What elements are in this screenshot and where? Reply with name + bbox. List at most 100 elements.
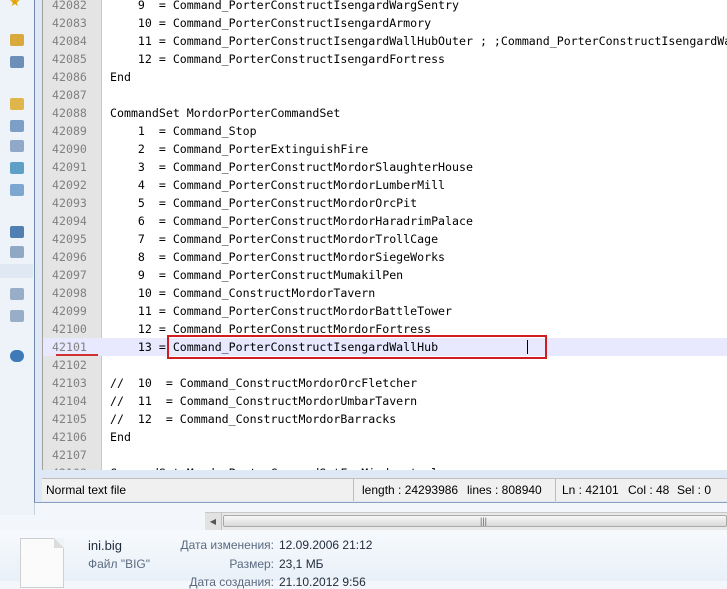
code-line[interactable]: 42082 9 = Command_PorterConstructIsengar… [43, 0, 727, 14]
explorer-details-pane: ini.big Файл "BIG" Дата изменения: 12.09… [0, 530, 727, 589]
line-number: 42084 [52, 34, 87, 48]
line-number: 42102 [52, 358, 87, 372]
code-text: 6 = Command_PorterConstructMordorHaradri… [110, 214, 473, 228]
line-number: 42089 [52, 124, 87, 138]
code-text: 12 = Command_PorterConstructIsengardFort… [110, 52, 446, 66]
length-status: length : 24293986 [362, 483, 459, 497]
grip-icon: ||| [480, 516, 488, 526]
scroll-left-arrow-icon[interactable]: ◀ [205, 513, 222, 530]
code-line[interactable]: 42087 [43, 86, 727, 104]
computer-icon[interactable] [10, 226, 24, 238]
line-number: 42094 [52, 214, 87, 228]
code-line[interactable]: 42090 2 = Command_PorterExtinguishFire [43, 140, 727, 158]
line-number: 42092 [52, 178, 87, 192]
line-number: 42091 [52, 160, 87, 174]
line-number: 42104 [52, 394, 87, 408]
code-line[interactable]: 42107 [43, 446, 727, 464]
code-text: 7 = Command_PorterConstructMordorTrollCa… [110, 232, 439, 246]
line-number: 42085 [52, 52, 87, 66]
selection-status: Sel : 0 [677, 483, 712, 497]
drive-icon[interactable] [10, 56, 24, 68]
code-line[interactable]: 42091 3 = Command_PorterConstructMordorS… [43, 158, 727, 176]
file-type-status: Normal text file [46, 483, 127, 497]
line-number: 42090 [52, 142, 87, 156]
text-cursor [527, 340, 528, 354]
scrollbar-thumb[interactable]: ||| [223, 515, 727, 527]
line-number: 42083 [52, 16, 87, 30]
code-line[interactable]: 42085 12 = Command_PorterConstructIsenga… [43, 50, 727, 68]
code-line[interactable]: 42086 End [43, 68, 727, 86]
document-icon[interactable] [10, 140, 24, 152]
horizontal-scrollbar[interactable]: ◀ ||| [205, 512, 727, 530]
line-number: 42103 [52, 376, 87, 390]
code-line[interactable]: 42088 CommandSet MordorPorterCommandSet [43, 104, 727, 122]
line-number: 42108 [52, 464, 96, 470]
editor-text-area[interactable]: 42082 9 = Command_PorterConstructIsengar… [42, 0, 727, 470]
code-text: 4 = Command_PorterConstructMordorLumberM… [110, 178, 446, 192]
code-line[interactable]: 42105 // 12 = Command_ConstructMordorBarr… [43, 410, 727, 428]
code-line[interactable]: 42106 End [43, 428, 727, 446]
line-number: 42098 [52, 286, 87, 300]
modified-label: Дата изменения: [180, 538, 275, 552]
code-text: 11 = Command_PorterConstructIsengardWall… [110, 34, 727, 48]
code-text: CommandSet MordorPorterCommandSetForMind… [110, 464, 438, 470]
code-line[interactable]: 42108 CommandSet MordorPorterCommandSetFo… [43, 464, 727, 470]
selected-nav-row[interactable] [0, 264, 33, 278]
code-line[interactable]: 42089 1 = Command_Stop [43, 122, 727, 140]
drive-icon[interactable] [10, 288, 24, 300]
folder-icon[interactable] [10, 98, 24, 110]
image-icon[interactable] [10, 162, 24, 174]
folder-icon[interactable] [10, 34, 24, 46]
code-line[interactable]: 42083 10 = Command_PorterConstructIsenga… [43, 14, 727, 32]
document-icon[interactable] [10, 120, 24, 132]
code-text: 9 = Command_PorterConstructMumakilPen [110, 268, 404, 282]
drive-icon[interactable] [10, 310, 24, 322]
file-name: ini.big [88, 538, 122, 553]
line-number-status: Ln : 42101 [562, 483, 619, 497]
code-line[interactable]: 42099 11 = Command_PorterConstructMordor… [43, 302, 727, 320]
line-number: 42093 [52, 196, 87, 210]
code-line[interactable]: 42095 7 = Command_PorterConstructMordorT… [43, 230, 727, 248]
created-value: 21.10.2012 9:56 [279, 575, 366, 589]
editor-lines: 42082 9 = Command_PorterConstructIsengar… [43, 0, 727, 470]
line-number: 42082 [52, 0, 87, 12]
drive-icon[interactable] [10, 246, 24, 258]
code-line[interactable]: 42098 10 = Command_ConstructMordorTavern [43, 284, 727, 302]
code-text: 3 = Command_PorterConstructMordorSlaught… [110, 160, 473, 174]
notepad-plus-plus-window: 42082 9 = Command_PorterConstructIsengar… [34, 0, 727, 503]
code-text: 2 = Command_PorterExtinguishFire [110, 142, 369, 156]
favorites-star-icon[interactable]: ★ [9, 0, 21, 8]
code-line[interactable]: 42084 11 = Command_PorterConstructIsenga… [43, 32, 727, 50]
size-label: Размер: [229, 557, 274, 571]
line-number: 42107 [52, 448, 87, 462]
line-number: 42087 [52, 88, 87, 102]
code-line[interactable]: 42096 8 = Command_PorterConstructMordorS… [43, 248, 727, 266]
size-value: 23,1 МБ [279, 557, 324, 571]
code-text: 10 = Command_ConstructMordorTavern [110, 286, 376, 300]
status-divider [352, 479, 354, 501]
code-text: // 12 = Command_ConstructMordorBarracks [110, 412, 397, 426]
code-line[interactable]: 42093 5 = Command_PorterConstructMordorO… [43, 194, 727, 212]
code-line[interactable]: 42092 4 = Command_PorterConstructMordorL… [43, 176, 727, 194]
line-number: 42097 [52, 268, 87, 282]
code-text: 9 = Command_PorterConstructIsengardWargS… [110, 0, 460, 12]
annotation-highlight-box [167, 335, 547, 359]
line-number: 42086 [52, 70, 87, 84]
code-text: 1 = Command_Stop [110, 124, 257, 138]
line-number: 42106 [52, 430, 87, 444]
code-text: // 10 = Command_ConstructMordorOrcFletch… [110, 376, 418, 390]
code-text: 5 = Command_PorterConstructMordorOrcPit [110, 196, 418, 210]
annotation-underline [56, 354, 98, 356]
code-text: 8 = Command_PorterConstructMordorSiegeWo… [110, 250, 446, 264]
code-line[interactable]: 42104 // 11 = Command_ConstructMordorUmba… [43, 392, 727, 410]
network-icon[interactable] [10, 350, 24, 362]
code-line[interactable]: 42097 9 = Command_PorterConstructMumakil… [43, 266, 727, 284]
code-text: // 11 = Command_ConstructMordorUmbarTave… [110, 394, 418, 408]
code-line[interactable]: 42103 // 10 = Command_ConstructMordorOrcF… [43, 374, 727, 392]
code-line[interactable]: 42094 6 = Command_PorterConstructMordorH… [43, 212, 727, 230]
line-number: 42095 [52, 232, 87, 246]
explorer-nav-strip: ★ [0, 0, 35, 515]
code-text: 10 = Command_PorterConstructIsengardArmo… [110, 16, 432, 30]
modified-value: 12.09.2006 21:12 [279, 538, 373, 552]
music-icon[interactable] [10, 184, 24, 196]
